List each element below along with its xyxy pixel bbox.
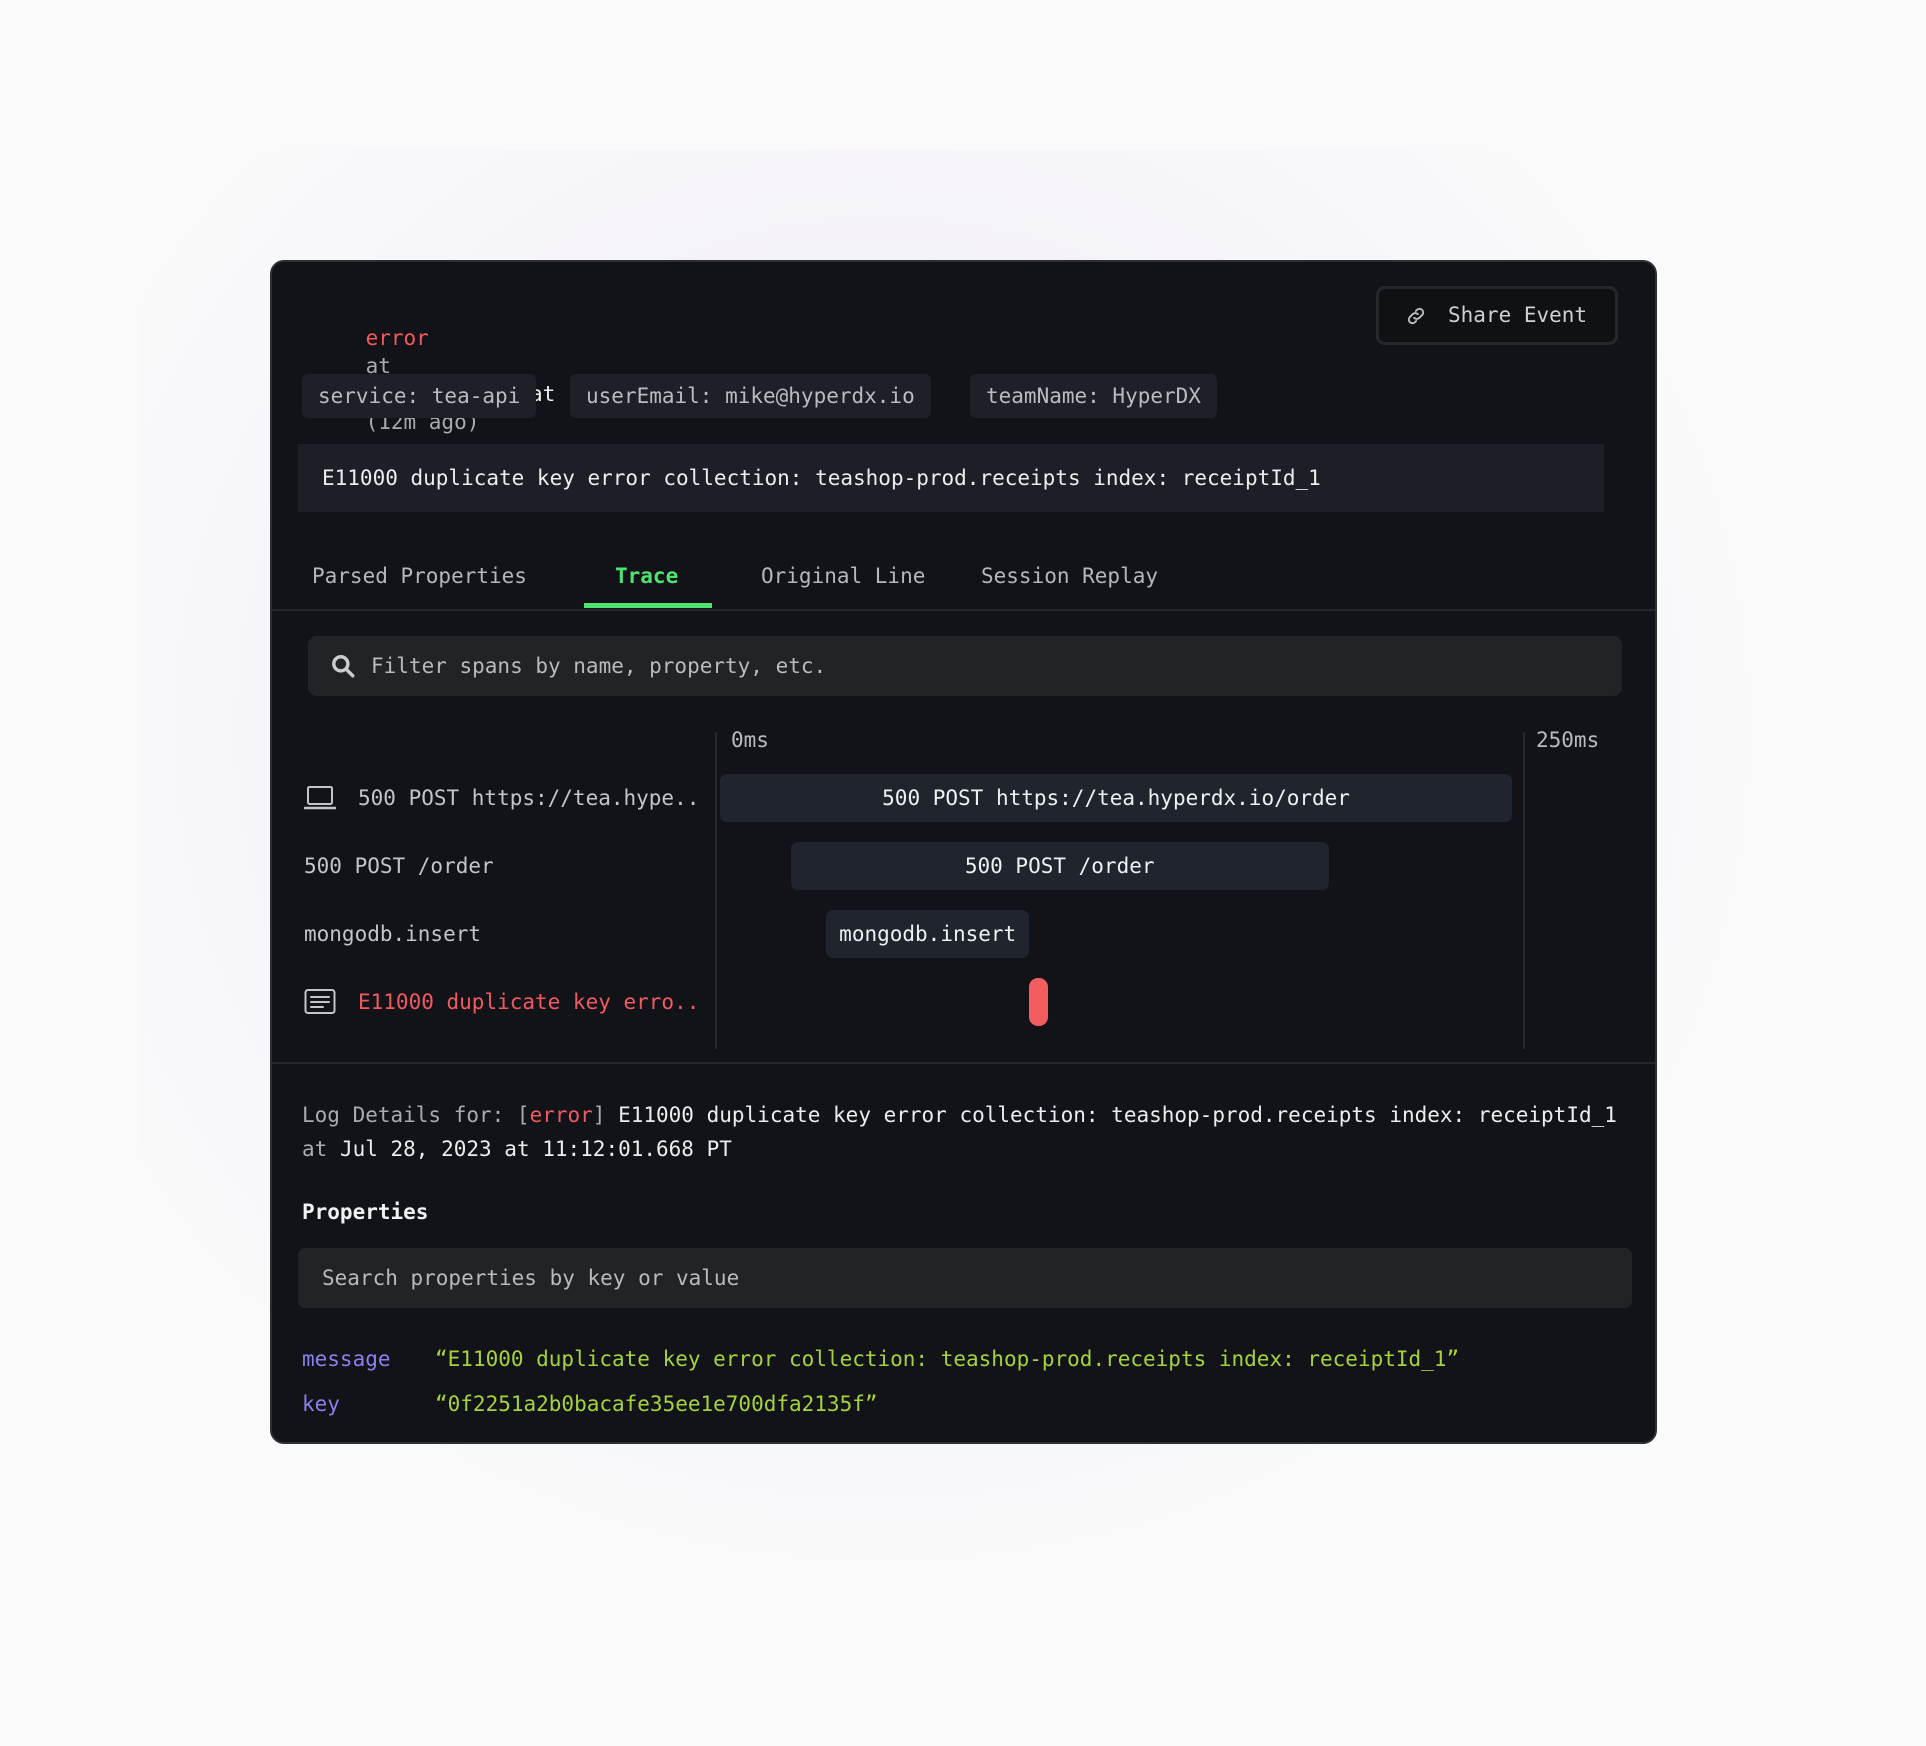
- log-message-box: E11000 duplicate key error collection: t…: [298, 444, 1604, 512]
- tag-label: service: tea-api: [318, 384, 521, 408]
- share-event-button[interactable]: Share Event: [1376, 286, 1618, 345]
- tabs-divider: [272, 609, 1655, 611]
- property-value[interactable]: “0f2251a2b0bacafe35ee1e700dfa2135f”: [435, 1390, 878, 1418]
- tag-chip-service[interactable]: service: tea-api: [302, 374, 537, 418]
- span-row-label[interactable]: 500 POST /order: [304, 846, 494, 886]
- tag-label: teamName: HyperDX: [986, 384, 1201, 408]
- span-bar[interactable]: mongodb.insert: [826, 910, 1030, 958]
- tab-session-replay[interactable]: Session Replay: [981, 562, 1158, 590]
- log-message: E11000 duplicate key error collection: t…: [322, 466, 1321, 490]
- tab-trace[interactable]: Trace: [615, 562, 678, 590]
- log-details-bracket: ]: [592, 1103, 606, 1127]
- details-divider: [272, 1062, 1655, 1064]
- search-icon: [332, 655, 355, 678]
- log-details-prefix: Log Details for: [: [302, 1103, 530, 1127]
- span-name: 500 POST https://tea.hype..: [358, 786, 700, 810]
- log-details-heading: Log Details for: [error] E11000 duplicat…: [302, 1098, 1622, 1166]
- span-row-label[interactable]: E11000 duplicate key erro..: [304, 982, 699, 1022]
- log-details-message: E11000 duplicate key error collection: t…: [605, 1103, 1617, 1127]
- event-detail-panel: error at Jul 28, 2023 at 11:12:01.668 PT…: [270, 260, 1657, 1444]
- tag-chip-user-email[interactable]: userEmail: mike@hyperdx.io: [570, 374, 931, 418]
- span-bar[interactable]: 500 POST https://tea.hyperdx.io/order: [720, 774, 1513, 822]
- log-level: error: [365, 326, 429, 350]
- property-key: message: [302, 1347, 391, 1371]
- error-event-marker[interactable]: [1029, 978, 1049, 1026]
- properties-search-input[interactable]: [322, 1248, 1602, 1308]
- properties-search[interactable]: [298, 1248, 1632, 1308]
- log-details-level: error: [529, 1103, 593, 1127]
- share-event-label: Share Event: [1448, 303, 1588, 327]
- property-key: key: [302, 1392, 340, 1416]
- span-name: mongodb.insert: [304, 922, 482, 946]
- tab-parsed-properties[interactable]: Parsed Properties: [312, 562, 527, 590]
- property-value[interactable]: “E11000 duplicate key error collection: …: [435, 1345, 1459, 1373]
- span-name: 500 POST /order: [304, 854, 494, 878]
- timeline-end-line: [1523, 732, 1525, 1049]
- timeline-end-label: 250ms: [1536, 728, 1600, 752]
- tag-label: userEmail: mike@hyperdx.io: [586, 384, 915, 408]
- tag-chip-team-name[interactable]: teamName: HyperDX: [970, 374, 1217, 418]
- span-bar-label: 500 POST https://tea.hyperdx.io/order: [882, 786, 1350, 810]
- active-tab-indicator: [584, 603, 712, 608]
- log-lines-icon: [304, 988, 336, 1016]
- log-details-timestamp: Jul 28, 2023 at 11:12:01.668 PT: [339, 1137, 732, 1161]
- span-filter[interactable]: [308, 636, 1622, 696]
- span-bar[interactable]: 500 POST /order: [790, 842, 1329, 890]
- span-row-label[interactable]: mongodb.insert: [304, 914, 481, 954]
- span-name: E11000 duplicate key erro..: [358, 990, 700, 1014]
- span-row-label[interactable]: 500 POST https://tea.hype..: [303, 778, 700, 818]
- timeline-start-label: 0ms: [731, 728, 769, 752]
- properties-title: Properties: [302, 1200, 429, 1224]
- log-details-at: at: [302, 1137, 340, 1161]
- tab-original-line[interactable]: Original Line: [761, 562, 925, 590]
- span-filter-input[interactable]: [371, 636, 1571, 696]
- span-bar-label: mongodb.insert: [839, 922, 1017, 946]
- span-bar-label: 500 POST /order: [964, 854, 1155, 878]
- laptop-icon: [303, 784, 337, 812]
- link-icon: [1407, 307, 1425, 325]
- timeline-start-line: [715, 732, 717, 1049]
